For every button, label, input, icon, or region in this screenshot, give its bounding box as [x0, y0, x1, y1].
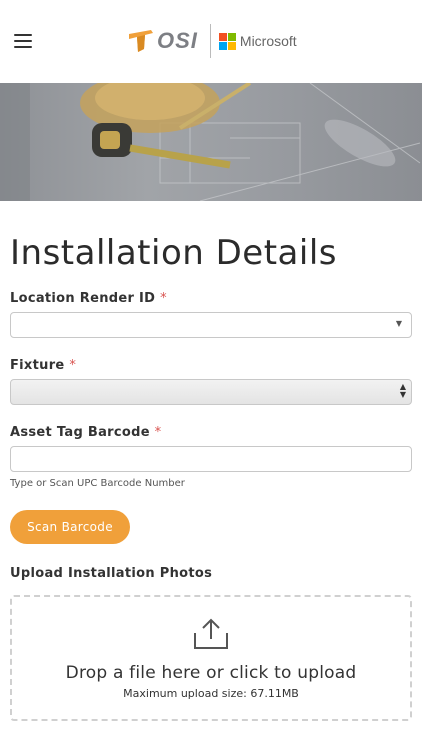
form-content: Installation Details Location Render ID … [0, 233, 422, 721]
blueprint-illustration [0, 83, 421, 201]
location-label-text: Location Render ID [10, 291, 156, 306]
hamburger-menu-icon[interactable] [14, 34, 32, 48]
dropzone-text: Drop a file here or click to upload [65, 663, 357, 683]
upload-label: Upload Installation Photos [10, 566, 213, 581]
max-upload-size: Maximum upload size: 67.11MB [123, 687, 299, 700]
required-marker: * [160, 291, 167, 306]
fixture-label-text: Fixture [10, 358, 65, 373]
file-dropzone[interactable]: Drop a file here or click to upload Maxi… [10, 595, 412, 721]
logo-divider [209, 24, 211, 58]
asset-tag-hint: Type or Scan UPC Barcode Number [10, 478, 185, 489]
scan-barcode-button[interactable]: Scan Barcode [10, 510, 130, 544]
brand-logos: OSI Microsoft [127, 24, 297, 58]
location-select[interactable]: ▼ [10, 312, 412, 338]
asset-tag-label-text: Asset Tag Barcode [10, 425, 150, 440]
page-title: Installation Details [10, 233, 337, 273]
fixture-select[interactable]: ▲ ▼ [10, 379, 412, 405]
upload-icon [194, 618, 228, 649]
select-stepper-icon: ▲ ▼ [399, 382, 406, 399]
required-marker: * [154, 425, 162, 440]
fixture-label: Fixture * [10, 358, 412, 373]
microsoft-logo-icon [218, 32, 236, 50]
osi-logo-text: OSI [157, 28, 198, 53]
caret-down-icon: ▼ [395, 319, 402, 328]
location-label: Location Render ID * [10, 291, 412, 306]
required-marker: * [69, 358, 77, 373]
osi-logo-icon [129, 30, 153, 52]
app-header: OSI Microsoft [0, 0, 422, 83]
asset-tag-label: Asset Tag Barcode * [10, 425, 412, 440]
hero-banner-image [0, 83, 422, 201]
asset-tag-input[interactable] [10, 446, 412, 472]
microsoft-logo-text: Microsoft [239, 33, 297, 49]
